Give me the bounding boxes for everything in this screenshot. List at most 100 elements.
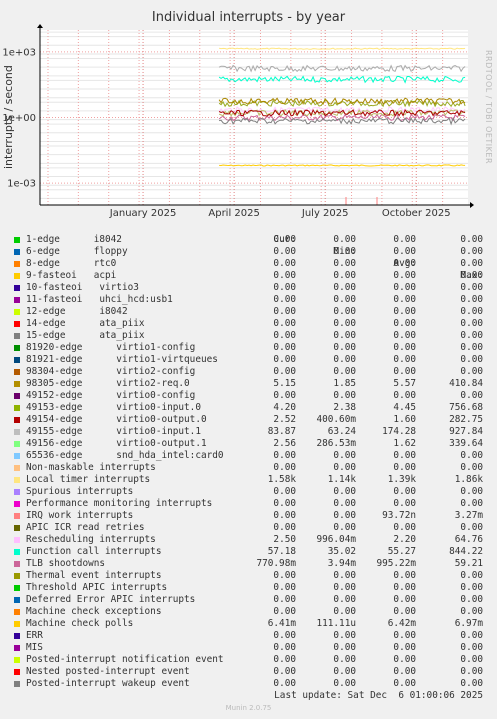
legend-avg-value: 0.00	[393, 450, 416, 461]
legend-swatch	[14, 525, 20, 531]
legend-min-value: 286.53m	[316, 438, 356, 449]
legend-label: ERR	[26, 630, 43, 641]
legend-cur-value: 0.00	[273, 642, 296, 653]
legend-swatch	[14, 633, 20, 639]
legend-row: Non-maskable interrupts 0.00 0.00 0.00 0.00	[14, 462, 494, 474]
legend-avg-value: 6.42m	[387, 618, 416, 629]
x-tick-label: April 2025	[208, 208, 259, 219]
legend-swatch	[14, 249, 20, 255]
legend-row: 98304-edge virtio2-config 0.00 0.00 0.00 0.0…	[14, 366, 494, 378]
legend-row: Performance monitoring interrupts 0.00 0.0…	[14, 498, 494, 510]
legend-max-value: 0.00	[460, 246, 483, 257]
legend-row: 49153-edge virtio0-input.0 4.20 2.38 4.45 75…	[14, 402, 494, 414]
last-update: Last update: Sat Dec 6 01:00:06 2025	[274, 690, 483, 701]
legend-cur-value: 0.00	[273, 498, 296, 509]
legend-max-value: 0.00	[460, 366, 483, 377]
legend-swatch	[14, 345, 20, 351]
legend-avg-value: 55.27	[387, 546, 416, 557]
legend-avg-value: 93.72n	[382, 510, 416, 521]
legend-max-value: 927.84	[449, 426, 483, 437]
legend-avg-value: 0.00	[393, 594, 416, 605]
legend-row: 1-edge i8042 0.00 0.00 0.00 0.00	[14, 234, 494, 246]
legend-row: 49155-edge virtio0-input.1 83.87 63.24 174.…	[14, 426, 494, 438]
legend-avg-value: 1.39k	[387, 474, 416, 485]
legend-avg-value: 0.00	[393, 522, 416, 533]
legend-min-value: 0.00	[333, 678, 356, 689]
legend-row: APIC ICR read retries 0.00 0.00 0.00 0.00	[14, 522, 494, 534]
legend-avg-value: 1.62	[393, 438, 416, 449]
legend-cur-value: 1.58k	[267, 474, 296, 485]
legend-label: 11-fasteoi uhci_hcd:usb1	[26, 294, 173, 305]
legend-row: Posted-interrupt wakeup event 0.00 0.00 0.0…	[14, 678, 494, 690]
legend-label: Local timer interrupts	[26, 474, 151, 485]
legend-avg-value: 995.22m	[376, 558, 416, 569]
legend-row: Machine check exceptions 0.00 0.00 0.00 0.00	[14, 606, 494, 618]
legend-max-value: 410.84	[449, 378, 483, 389]
legend-row: Local timer interrupts 1.58k 1.14k 1.39k 1.8…	[14, 474, 494, 486]
legend-cur-value: 2.56	[273, 438, 296, 449]
legend-max-value: 0.00	[460, 522, 483, 533]
legend-cur-value: 0.00	[273, 522, 296, 533]
legend-cur-value: 0.00	[273, 246, 296, 257]
legend-swatch	[14, 237, 20, 243]
legend-swatch	[14, 429, 20, 435]
legend-cur-value: 83.87	[267, 426, 296, 437]
legend-avg-value: 0.00	[393, 666, 416, 677]
legend-swatch	[14, 381, 20, 387]
legend-label: Spurious interrupts	[26, 486, 134, 497]
legend-max-value: 0.00	[460, 270, 483, 281]
legend-avg-value: 0.00	[393, 642, 416, 653]
legend-cur-value: 0.00	[273, 654, 296, 665]
legend-label: Function call interrupts	[26, 546, 162, 557]
legend-swatch	[14, 393, 20, 399]
legend-min-value: 0.00	[333, 486, 356, 497]
legend-row: 8-edge rtc0 0.00 0.00 0.00 0.00	[14, 258, 494, 270]
legend-avg-value: 0.00	[393, 330, 416, 341]
legend-min-value: 63.24	[327, 426, 356, 437]
legend-label: 65536-edge snd_hda_intel:card0	[26, 450, 224, 461]
legend-avg-value: 0.00	[393, 282, 416, 293]
chart-plot: 1e+03 1e+00 1e-03 January 2025 April 2025 Ju…	[2, 24, 474, 219]
legend-row: Deferred Error APIC interrupts 0.00 0.00 0.…	[14, 594, 494, 606]
x-ticks: January 2025 April 2025 July 2025 October 2…	[109, 208, 451, 219]
legend-row: Nested posted-interrupt event 0.00 0.00 0.0…	[14, 666, 494, 678]
legend-header: Cur: Min: Avg: Max:	[14, 222, 494, 281]
y-axis-arrow	[37, 24, 43, 28]
legend-swatch	[14, 549, 20, 555]
legend-min-value: 0.00	[333, 366, 356, 377]
legend-min-value: 0.00	[333, 318, 356, 329]
legend-swatch	[14, 513, 20, 519]
legend-swatch	[14, 405, 20, 411]
legend-avg-value: 0.00	[393, 630, 416, 641]
legend-min-value: 111.11u	[316, 618, 356, 629]
legend-max-value: 0.00	[460, 582, 483, 593]
legend-cur-value: 4.20	[273, 402, 296, 413]
legend-swatch	[14, 657, 20, 663]
legend-label: 81921-edge virtio1-virtqueues	[26, 354, 218, 365]
legend-min-value: 0.00	[333, 462, 356, 473]
legend-cur-value: 0.00	[273, 570, 296, 581]
legend-avg-value: 0.00	[393, 306, 416, 317]
legend-cur-value: 0.00	[273, 594, 296, 605]
legend-label: APIC ICR read retries	[26, 522, 145, 533]
legend-label: 49153-edge virtio0-input.0	[26, 402, 201, 413]
legend-row: 81921-edge virtio1-virtqueues 0.00 0.00 0.0…	[14, 354, 494, 366]
legend-label: 8-edge rtc0	[26, 258, 117, 269]
x-tick-label: October 2025	[382, 208, 451, 219]
legend-row: Thermal event interrupts 0.00 0.00 0.00 0.00	[14, 570, 494, 582]
legend-min-value: 0.00	[333, 498, 356, 509]
legend-max-value: 0.00	[460, 666, 483, 677]
legend-label: 10-fasteoi virtio3	[26, 282, 139, 293]
y-tick-label: 1e+03	[2, 47, 36, 58]
legend-max-value: 0.00	[460, 654, 483, 665]
legend-label: 98304-edge virtio2-config	[26, 366, 196, 377]
legend-row: Machine check polls 6.41m 111.11u 6.42m 6.97…	[14, 618, 494, 630]
legend-cur-value: 0.00	[273, 270, 296, 281]
legend-max-value: 1.86k	[454, 474, 483, 485]
legend-label: TLB shootdowns	[26, 558, 106, 569]
legend-cur-value: 5.15	[273, 378, 296, 389]
legend-label: Thermal event interrupts	[26, 570, 162, 581]
legend-label: Posted-interrupt wakeup event	[26, 678, 190, 689]
legend-label: MIS	[26, 642, 43, 653]
legend-max-value: 0.00	[460, 594, 483, 605]
